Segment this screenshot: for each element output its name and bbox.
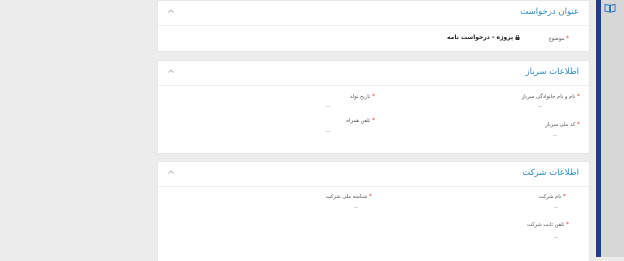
chevron-up-icon[interactable] bbox=[167, 67, 175, 75]
company-phone-label: * تلفن ثابت شرکت bbox=[527, 221, 569, 228]
national-code-value: -- bbox=[553, 133, 557, 139]
required-marker: * bbox=[563, 193, 566, 200]
national-code-label: * کد ملی سرباز bbox=[545, 121, 580, 128]
book-icon[interactable] bbox=[604, 3, 616, 13]
required-marker: * bbox=[577, 93, 580, 100]
field-label-text: شناسه ملی شرکت bbox=[325, 194, 368, 200]
company-national-id-label: * شناسه ملی شرکت bbox=[326, 193, 372, 200]
lock-icon bbox=[515, 35, 520, 40]
subject-label: * موضوع bbox=[549, 35, 569, 42]
card-title: اطلاعات سرباز bbox=[525, 67, 579, 77]
soldier-name-value: -- bbox=[538, 104, 542, 110]
field-label-text: کد ملی سرباز bbox=[545, 122, 576, 128]
subject-value-text: پروژه - درخواست نامه bbox=[447, 34, 514, 41]
request-subject-card: عنوان درخواست * موضوع پروژه - درخواست نا… bbox=[157, 0, 590, 52]
card-header: اطلاعات سرباز bbox=[158, 61, 589, 86]
card-header: اطلاعات شرکت bbox=[158, 162, 589, 187]
field-label-text: نام و نام خانوادگی سرباز bbox=[521, 94, 576, 100]
birth-date-value: -- bbox=[326, 104, 330, 110]
required-marker: * bbox=[372, 93, 375, 100]
required-marker: * bbox=[577, 121, 580, 128]
subject-value: پروژه - درخواست نامه bbox=[447, 34, 520, 41]
required-marker: * bbox=[369, 193, 372, 200]
soldier-name-label: * نام و نام خانوادگی سرباز bbox=[522, 93, 580, 100]
company-name-value: -- bbox=[554, 205, 558, 211]
required-marker: * bbox=[372, 117, 375, 124]
field-label-text: نام شرکت bbox=[538, 194, 562, 200]
company-info-card: اطلاعات شرکت * نام شرکت -- * شناسه ملی ش… bbox=[157, 161, 590, 261]
soldier-info-card: اطلاعات سرباز * نام و نام خانوادگی سرباز… bbox=[157, 60, 590, 154]
mobile-value: -- bbox=[326, 129, 330, 135]
company-phone-value: -- bbox=[554, 235, 558, 241]
card-header: عنوان درخواست bbox=[158, 1, 589, 26]
field-label-text: تاریخ تولد bbox=[349, 94, 371, 100]
company-national-id-value: -- bbox=[354, 205, 358, 211]
birth-date-label: * تاریخ تولد bbox=[350, 93, 375, 100]
chevron-up-icon[interactable] bbox=[167, 7, 175, 15]
right-sidebar bbox=[596, 0, 624, 257]
subject-label-text: موضوع bbox=[548, 36, 565, 42]
required-marker: * bbox=[566, 35, 569, 42]
field-label-text: تلفن ثابت شرکت bbox=[526, 222, 565, 228]
mobile-label: * تلفن همراه bbox=[346, 117, 375, 124]
chevron-up-icon[interactable] bbox=[167, 168, 175, 176]
card-title: عنوان درخواست bbox=[520, 7, 579, 17]
card-title: اطلاعات شرکت bbox=[522, 168, 579, 178]
field-label-text: تلفن همراه bbox=[346, 118, 371, 124]
company-name-label: * نام شرکت bbox=[539, 193, 566, 200]
required-marker: * bbox=[566, 221, 569, 228]
sidebar-accent-strip bbox=[596, 0, 601, 257]
